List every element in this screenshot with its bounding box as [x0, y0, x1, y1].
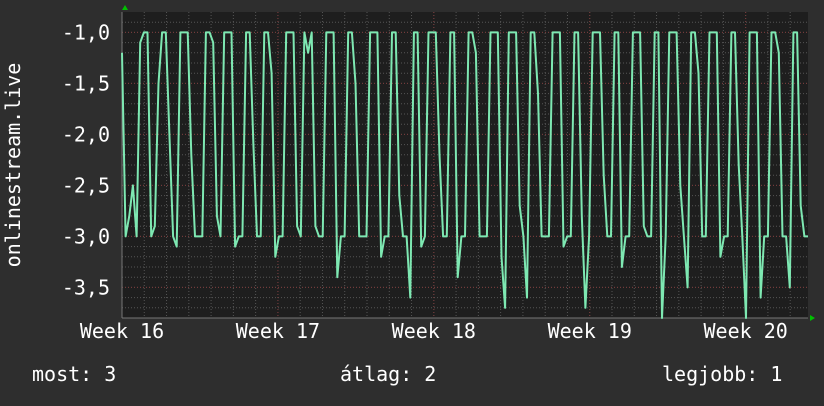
best-value: 1	[770, 362, 783, 386]
best-label: legjobb:	[662, 362, 759, 386]
average-value: 2	[424, 362, 437, 386]
best-stat: legjobb: 1	[662, 362, 782, 386]
current-label: most:	[32, 362, 93, 386]
y-tick-label: -3,0	[62, 224, 110, 248]
x-tick-label: Week 17	[236, 319, 320, 343]
average-stat: átlag: 2	[340, 362, 436, 386]
y-axis-label: onlinestream.live	[1, 63, 25, 268]
x-tick-label: Week 18	[392, 319, 476, 343]
y-tick-label: -2,0	[62, 122, 110, 146]
chart: -1,0 -1,5 -2,0 -2,5 -3,0 -3,5 Week 16 Week 17 We…	[0, 0, 824, 402]
y-tick-label: -2,5	[62, 173, 110, 197]
y-tick-label: -3,5	[62, 275, 110, 299]
y-tick-label: -1,5	[62, 71, 110, 95]
x-tick-label: Week 20	[703, 319, 787, 343]
x-tick-label: Week 19	[548, 319, 632, 343]
chart-svg: -1,0 -1,5 -2,0 -2,5 -3,0 -3,5 Week 16 Week 17 We…	[1, 5, 815, 343]
y-tick-label: -1,0	[62, 20, 110, 44]
current-stat: most: 3	[32, 362, 116, 386]
average-label: átlag:	[340, 362, 413, 386]
x-tick-label: Week 16	[80, 319, 164, 343]
current-value: 3	[104, 362, 117, 386]
x-axis-arrow-icon	[810, 315, 815, 321]
y-axis-arrow-icon	[122, 5, 128, 10]
